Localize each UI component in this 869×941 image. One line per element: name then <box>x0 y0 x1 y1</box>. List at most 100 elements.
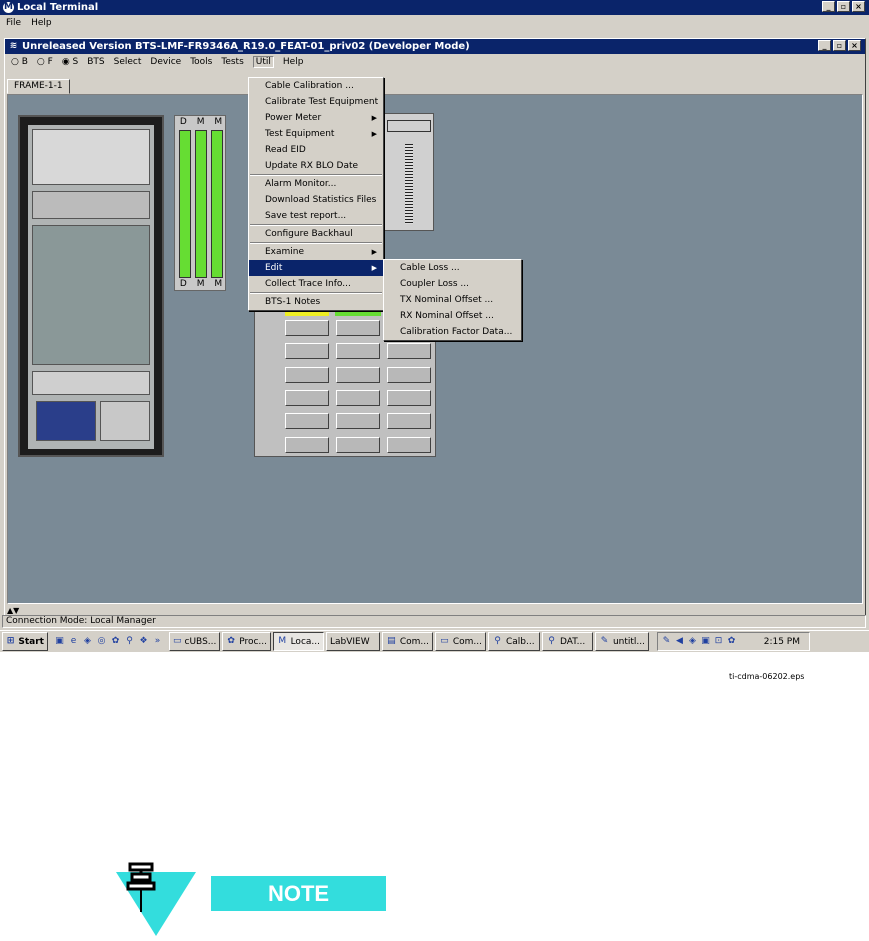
menu-tools[interactable]: Tools <box>190 57 212 67</box>
outer-close-button[interactable]: × <box>852 1 865 12</box>
device-slot[interactable] <box>336 413 380 430</box>
menu-item-edit[interactable]: Edit ▶ <box>249 260 383 276</box>
radio-f[interactable]: ○ F <box>37 57 53 67</box>
submenu-item-calibration-factor-data[interactable]: Calibration Factor Data... <box>384 324 521 340</box>
submenu-item-coupler-loss[interactable]: Coupler Loss ... <box>384 276 521 292</box>
rack-lower-panel <box>32 371 150 395</box>
volume-icon[interactable]: ◀ <box>674 636 685 647</box>
menu-item-read-eid[interactable]: Read EID <box>249 142 383 158</box>
menu-select[interactable]: Select <box>114 57 142 67</box>
task-proc[interactable]: ✿ Proc... <box>222 632 271 651</box>
frame-workspace: D M M D M M <box>7 94 863 604</box>
device-slot[interactable] <box>336 320 380 336</box>
menu-inner-help[interactable]: Help <box>283 57 304 67</box>
device-slot[interactable] <box>285 366 329 383</box>
inner-maximize-button[interactable]: ▫ <box>833 40 846 51</box>
submenu-item-cable-loss[interactable]: Cable Loss ... <box>384 260 521 276</box>
menu-help[interactable]: Help <box>31 18 52 28</box>
network-icon[interactable]: ⊡ <box>713 636 724 647</box>
bts-rack[interactable] <box>18 115 164 457</box>
tab-frame[interactable]: FRAME-1-1 <box>7 79 70 94</box>
card-m2[interactable] <box>211 130 223 278</box>
rack-top-panel <box>32 129 150 185</box>
outer-maximize-button[interactable]: ▫ <box>837 1 850 12</box>
menu-tests[interactable]: Tests <box>221 57 243 67</box>
start-button[interactable]: ⊞ Start <box>2 632 48 651</box>
task-calb[interactable]: ⚲ Calb... <box>488 632 540 651</box>
task-dat[interactable]: ⚲ DAT... <box>542 632 593 651</box>
windows-logo-icon: ⊞ <box>6 636 15 646</box>
menu-bts[interactable]: BTS <box>87 57 104 67</box>
task-labview[interactable]: LabVIEW <box>326 632 380 651</box>
menu-item-examine[interactable]: Examine ▶ <box>249 244 383 260</box>
menu-item-calibrate-test-equipment[interactable]: Calibrate Test Equipment <box>249 94 383 110</box>
menu-item-collect-trace-info[interactable]: Collect Trace Info... <box>249 276 383 292</box>
device-slot[interactable] <box>285 320 329 336</box>
device-slot[interactable] <box>387 366 431 383</box>
menu-item-bts-1-notes[interactable]: BTS-1 Notes <box>249 294 383 310</box>
task-com-2[interactable]: ▭ Com... <box>435 632 486 651</box>
more-icon[interactable]: » <box>152 636 163 647</box>
menu-item-update-rx-blo-date[interactable]: Update RX BLO Date <box>249 158 383 174</box>
inner-close-button[interactable]: × <box>848 40 861 51</box>
rack-card-cage <box>32 225 150 365</box>
app-icon-2[interactable]: ◎ <box>96 636 107 647</box>
submenu-item-tx-nominal-offset[interactable]: TX Nominal Offset ... <box>384 292 521 308</box>
card-m1[interactable] <box>195 130 207 278</box>
tray-icon-3[interactable]: ▣ <box>700 636 711 647</box>
menu-file[interactable]: File <box>6 18 21 28</box>
outer-minimize-button[interactable]: _ <box>822 1 835 12</box>
shelf-label-bottom-1: D <box>179 279 187 289</box>
card-shelf: D M M D M M <box>174 115 226 291</box>
tray-icon-2[interactable]: ◈ <box>687 636 698 647</box>
app-icon-1[interactable]: ◈ <box>82 636 93 647</box>
menu-item-save-test-report[interactable]: Save test report... <box>249 208 383 224</box>
device-slot[interactable] <box>336 343 380 360</box>
radio-s[interactable]: ◉ S <box>62 57 78 67</box>
menu-item-test-equipment[interactable]: Test Equipment ▶ <box>249 126 383 142</box>
task-local-terminal[interactable]: M Loca... <box>273 632 324 651</box>
app-icon: ≋ <box>9 41 18 51</box>
shelf-label-top-2: M <box>196 117 205 127</box>
menu-item-cable-calibration[interactable]: Cable Calibration ... <box>249 78 383 94</box>
ie-icon[interactable]: e <box>68 636 79 647</box>
device-slot[interactable] <box>336 389 380 406</box>
shelf-label-bottom-2: M <box>196 279 205 289</box>
device-panel-top[interactable] <box>384 113 434 231</box>
task-untitled[interactable]: ✎ untitl... <box>595 632 649 651</box>
menu-device[interactable]: Device <box>150 57 181 67</box>
device-slot[interactable] <box>285 389 329 406</box>
tray-icon-1[interactable]: ✎ <box>661 636 672 647</box>
device-slot[interactable] <box>336 366 380 383</box>
desktop-icon[interactable]: ▣ <box>54 636 65 647</box>
search-icon[interactable]: ⚲ <box>124 636 135 647</box>
shelf-label-top-3: M <box>214 117 223 127</box>
device-slot[interactable] <box>285 413 329 430</box>
radio-b[interactable]: ○ B <box>11 57 28 67</box>
card-d[interactable] <box>179 130 191 278</box>
inner-minimize-button[interactable]: _ <box>818 40 831 51</box>
submenu-item-rx-nominal-offset[interactable]: RX Nominal Offset ... <box>384 308 521 324</box>
menu-item-configure-backhaul[interactable]: Configure Backhaul <box>249 226 383 242</box>
device-slot[interactable] <box>285 436 329 453</box>
menu-item-power-meter[interactable]: Power Meter ▶ <box>249 110 383 126</box>
menu-item-download-statistics-files[interactable]: Download Statistics Files <box>249 192 383 208</box>
tray-icon-4[interactable]: ✿ <box>726 636 737 647</box>
task-com-1[interactable]: ▤ Com... <box>382 632 433 651</box>
menu-util[interactable]: Util <box>252 55 274 68</box>
edit-submenu: Cable Loss ... Coupler Loss ... TX Nomin… <box>383 259 522 341</box>
submenu-arrow-icon: ▶ <box>371 130 377 138</box>
device-slot[interactable] <box>387 343 431 360</box>
splitter-arrows[interactable]: ▲▼ <box>7 606 19 615</box>
device-slot[interactable] <box>387 413 431 430</box>
task-cubs[interactable]: ▭ cUBS... <box>169 632 220 651</box>
app-icon-4[interactable]: ❖ <box>138 636 149 647</box>
paint-icon: ✎ <box>600 636 609 646</box>
device-slot[interactable] <box>336 436 380 453</box>
device-slot[interactable] <box>387 389 431 406</box>
device-slot[interactable] <box>387 436 431 453</box>
device-slot[interactable] <box>285 343 329 360</box>
app-icon-3[interactable]: ✿ <box>110 636 121 647</box>
menu-item-alarm-monitor[interactable]: Alarm Monitor... <box>249 176 383 192</box>
terminal-icon: ▤ <box>387 636 396 646</box>
